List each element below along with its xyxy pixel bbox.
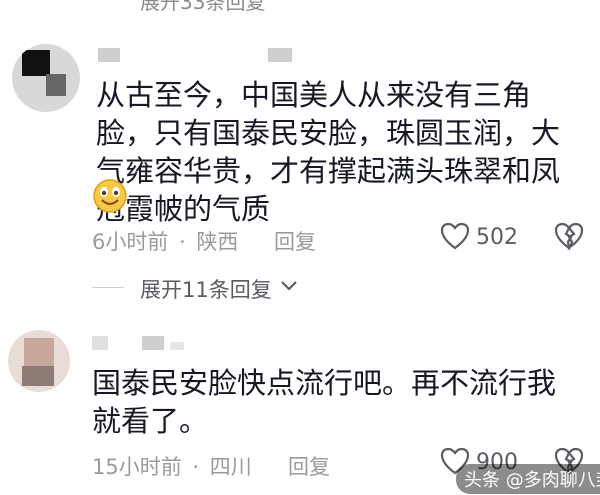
location: 陕西	[196, 230, 239, 254]
timestamp: 15小时前	[92, 455, 182, 479]
comment-text: 从古至今，中国美人从来没有三角脸，只有国泰民安脸，珠圆玉润，大气雍容华贵，才有撑…	[96, 78, 561, 226]
like-heart-icon[interactable]	[440, 222, 470, 250]
divider	[92, 287, 124, 288]
like-count: 502	[476, 225, 518, 250]
chevron-down-icon[interactable]	[280, 279, 298, 293]
watermark: 头条 @多肉聊八卦	[456, 464, 600, 494]
reply-button[interactable]: 回复	[288, 451, 330, 481]
comment-text: 国泰民安脸快点流行吧。再不流行我就看了。	[92, 366, 557, 438]
avatar[interactable]	[8, 330, 70, 392]
reply-button[interactable]: 回复	[274, 226, 316, 256]
expand-replies-link[interactable]: 展开11条回复	[140, 274, 272, 304]
separator: ·	[179, 230, 186, 254]
smiling-face-icon	[92, 178, 128, 214]
username-pixelated[interactable]	[92, 336, 292, 352]
avatar[interactable]	[12, 44, 80, 112]
separator: ·	[192, 455, 200, 479]
dislike-broken-heart-icon[interactable]	[554, 222, 584, 250]
previous-expand-replies-link[interactable]: 展开33条回复	[140, 0, 265, 15]
username-pixelated[interactable]	[98, 48, 298, 64]
expand-replies-label[interactable]: 展开11条回复	[140, 278, 272, 302]
comment-meta: 6小时前 · 陕西	[92, 226, 238, 256]
location: 四川	[209, 455, 252, 479]
timestamp: 6小时前	[92, 230, 169, 254]
comment-meta: 15小时前 · 四川	[92, 451, 252, 481]
